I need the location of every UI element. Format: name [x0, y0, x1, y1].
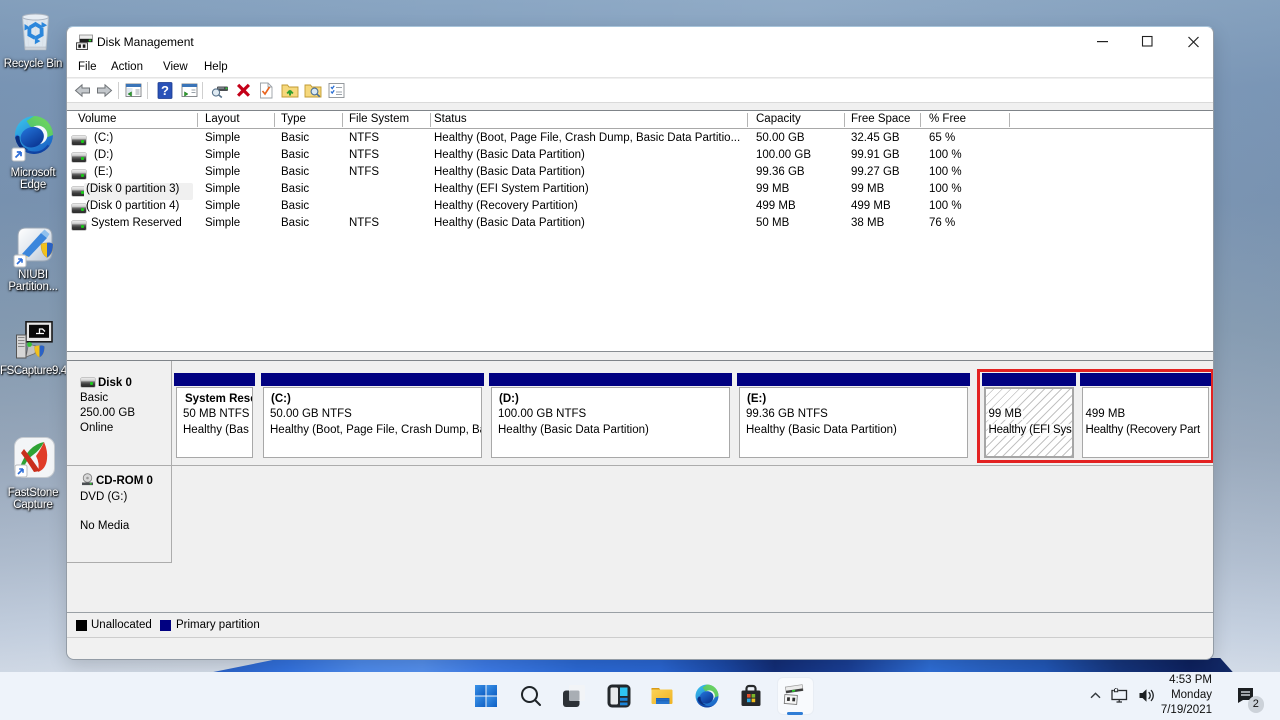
svg-text:?: ?: [161, 83, 169, 98]
